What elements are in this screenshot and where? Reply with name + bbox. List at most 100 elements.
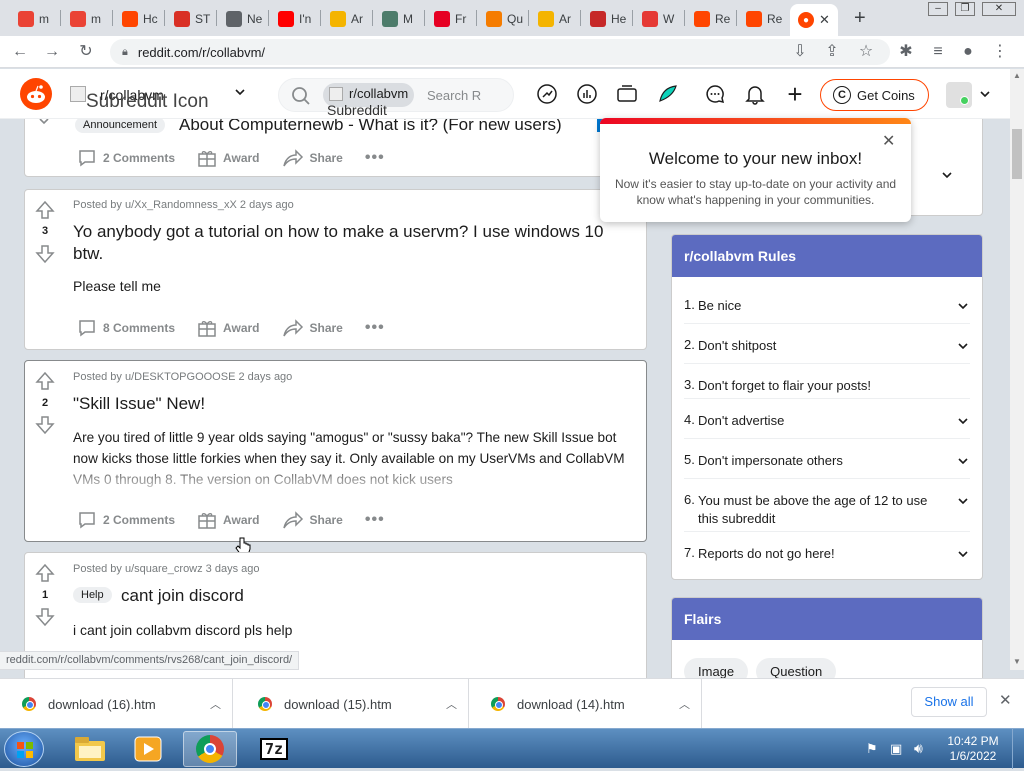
downvote-icon[interactable] [35,244,55,264]
rule-item[interactable]: 1. Be nice [684,297,970,315]
browser-tab[interactable]: M [374,6,422,32]
reload-icon[interactable]: ↻ [76,42,96,62]
share-button[interactable]: Share [282,318,343,338]
menu-icon[interactable]: ⋮ [990,42,1010,62]
post-title[interactable]: "Skill Issue" New! [73,393,630,415]
minimize-button[interactable]: – [928,2,948,16]
close-icon[interactable]: ✕ [882,131,895,151]
more-options-icon[interactable]: ••• [365,149,385,167]
share-button[interactable]: Share [282,148,343,168]
rule-item[interactable]: 2. Don't shitpost [684,337,970,355]
search-input[interactable]: Search R [427,88,481,103]
profile-icon[interactable]: ● [958,42,978,62]
share-page-icon[interactable]: ⇪ [822,42,842,62]
browser-tab[interactable]: Fr [426,6,474,32]
post-meta[interactable]: Posted by u/square_crowz 3 days ago [73,563,260,575]
browser-tab[interactable]: Hc [114,6,162,32]
browser-tab[interactable]: m [62,6,110,32]
browser-tab[interactable]: ST [166,6,214,32]
browser-tab[interactable]: I'n [270,6,318,32]
upvote-icon[interactable] [35,371,55,391]
user-avatar[interactable] [946,82,972,108]
chevron-up-icon[interactable]: ︿ [679,696,690,712]
browser-tab[interactable]: He [582,6,630,32]
chevron-down-icon[interactable] [956,339,970,353]
chevron-up-icon[interactable]: ︿ [446,696,457,712]
coins-icon[interactable] [656,83,678,105]
comments-button[interactable]: 2 Comments [77,148,175,168]
search-bar[interactable]: r/collabvm Subreddit Icon Search R [278,78,514,133]
comments-button[interactable]: 2 Comments [77,510,175,530]
flair-chip[interactable]: Image [684,658,749,678]
chevron-down-icon[interactable] [956,299,970,313]
forward-icon[interactable]: → [42,42,62,62]
back-icon[interactable]: ← [10,42,30,62]
downvote-icon[interactable] [35,415,55,435]
comments-button[interactable]: 8 Comments [77,318,175,338]
chevron-down-icon[interactable] [940,168,954,185]
flair-chip[interactable]: Question [756,658,837,678]
close-tab-icon[interactable]: ✕ [819,12,830,28]
share-button[interactable]: Share [282,510,343,530]
post-card[interactable]: 3 Posted by u/Xx_Randomness_xX 2 days ag… [24,189,647,350]
action-center-flag-icon[interactable]: ⚑ [866,741,878,757]
post-title[interactable]: Yo anybody got a tutorial on how to make… [73,221,630,265]
network-icon[interactable]: ▣ [890,741,902,757]
rule-item[interactable]: 5. Don't impersonate others [684,452,970,470]
maximize-button[interactable]: ❐ [955,2,975,16]
chevron-up-icon[interactable]: ︿ [210,696,221,712]
more-options-icon[interactable]: ••• [365,511,385,529]
award-button[interactable]: Award [197,148,260,168]
upvote-icon[interactable] [35,200,55,220]
scroll-up-arrow-icon[interactable]: ▲ [1013,71,1021,80]
browser-tab[interactable]: Qu [478,6,526,32]
show-desktop-button[interactable] [1012,729,1024,769]
clock[interactable]: 10:42 PM 1/6/2022 [940,734,1006,764]
browser-tab[interactable]: Ar [322,6,370,32]
7zip-taskbar-icon[interactable]: 7z [248,731,300,767]
downvote-icon[interactable] [35,607,55,627]
scroll-down-arrow-icon[interactable]: ▼ [1013,657,1021,666]
reddit-logo-icon[interactable] [20,78,52,110]
extensions-icon[interactable]: ✱ [896,42,916,62]
download-item[interactable]: download (14).htm ︿ [469,679,702,729]
user-menu-chevron-icon[interactable] [978,87,992,104]
chrome-taskbar-icon[interactable] [183,731,237,767]
browser-tab[interactable]: Ar [530,6,578,32]
media-player-taskbar-icon[interactable] [122,731,174,767]
stats-icon[interactable] [576,83,598,105]
notifications-bell-icon[interactable] [744,83,766,105]
post-title[interactable]: About Computernewb - What is it? (For ne… [179,119,562,135]
post-meta[interactable]: Posted by u/Xx_Randomness_xX 2 days ago [73,199,294,211]
browser-tab[interactable]: Ne [218,6,266,32]
chevron-down-icon[interactable] [37,119,51,129]
award-button[interactable]: Award [197,318,260,338]
post-meta[interactable]: Posted by u/DESKTOPGOOOSE 2 days ago [73,371,292,383]
rule-item[interactable]: 6. You must be above the age of 12 to use… [684,492,970,528]
explorer-taskbar-icon[interactable] [64,731,116,767]
browser-tab[interactable]: m [10,6,58,32]
media-icon[interactable]: ≡ [928,42,948,62]
post-card[interactable]: Announcement About Computernewb - What i… [24,119,647,177]
post-card[interactable]: 2 Posted by u/DESKTOPGOOOSE 2 days ago "… [24,360,647,556]
award-button[interactable]: Award [197,510,260,530]
download-item[interactable]: download (15).htm ︿ [236,679,469,729]
chevron-down-icon[interactable] [956,414,970,428]
create-post-plus-icon[interactable]: + [784,79,806,109]
browser-tab[interactable]: W [634,6,682,32]
close-downloads-icon[interactable]: ✕ [999,691,1012,709]
new-tab-button[interactable]: + [854,7,866,30]
tab-active[interactable]: ● ✕ [790,4,838,36]
page-scrollbar[interactable]: ▲ ▼ [1010,69,1024,670]
community-switcher[interactable]: r/collabvm Subreddit Icon [70,82,260,112]
chevron-down-icon[interactable] [956,494,970,508]
browser-tab[interactable]: Re [738,6,786,32]
download-item[interactable]: download (16).htm ︿ [0,679,233,729]
chat-icon[interactable] [704,83,726,105]
get-coins-button[interactable]: C Get Coins [820,79,929,111]
bookmark-star-icon[interactable]: ☆ [856,42,876,62]
more-options-icon[interactable]: ••• [365,319,385,337]
video-icon[interactable] [616,83,638,105]
rule-item[interactable]: 7. Reports do not go here! [684,545,970,563]
chevron-down-icon[interactable] [956,547,970,561]
